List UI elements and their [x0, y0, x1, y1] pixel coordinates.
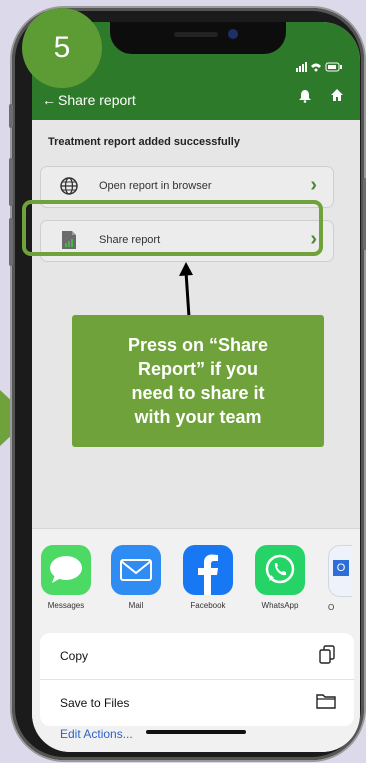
app-name: Facebook — [190, 601, 226, 610]
folder-icon — [316, 692, 336, 715]
camera-icon — [228, 29, 238, 39]
share-app-facebook[interactable]: Facebook — [176, 545, 240, 610]
action-label: Copy — [60, 649, 89, 663]
notch — [110, 22, 286, 54]
callout-arrow-icon — [179, 262, 193, 318]
share-app-more[interactable]: O O — [312, 545, 352, 612]
message-bubble-icon — [41, 545, 91, 595]
share-app-messages[interactable]: Messages — [34, 545, 98, 610]
whatsapp-icon — [255, 545, 305, 595]
action-label: Save to Files — [60, 696, 130, 710]
step-number-badge: 5 — [22, 8, 102, 88]
app-bar: ← Share report — [32, 80, 360, 120]
app-name: Messages — [47, 601, 85, 610]
app-name: O — [328, 603, 335, 612]
home-icon[interactable] — [330, 88, 344, 106]
signal-wifi-battery-icon — [296, 62, 342, 72]
back-arrow-icon[interactable]: ← — [42, 91, 56, 109]
share-apps-row: Messages Mail Facebook WhatsApp O O — [32, 545, 360, 625]
instruction-callout: Press on “Share Report” if you need to s… — [72, 315, 324, 447]
facebook-icon — [183, 545, 233, 595]
mail-icon — [111, 545, 161, 595]
status-icons — [296, 62, 342, 75]
open-report-label: Open report in browser — [99, 180, 212, 192]
copy-action[interactable]: Copy — [40, 633, 354, 680]
silent-switch — [9, 104, 13, 128]
share-sheet: Messages Mail Facebook WhatsApp O O Copy… — [32, 528, 360, 752]
share-actions-list: Copy Save to Files — [40, 633, 354, 726]
share-app-whatsapp[interactable]: WhatsApp — [248, 545, 312, 610]
globe-icon — [59, 176, 79, 196]
edit-actions-link[interactable]: Edit Actions... — [60, 727, 133, 741]
page-title: Share report — [58, 92, 136, 108]
success-message: Treatment report added successfully — [48, 136, 240, 148]
chevron-right-icon: › — [310, 174, 317, 196]
home-indicator — [146, 730, 246, 734]
volume-up-button — [9, 158, 13, 206]
more-app-icon: O — [328, 545, 352, 597]
save-to-files-action[interactable]: Save to Files — [40, 680, 354, 726]
copy-icon — [318, 645, 336, 670]
share-app-mail[interactable]: Mail — [104, 545, 168, 610]
volume-down-button — [9, 218, 13, 266]
share-report-highlight — [22, 200, 323, 256]
app-name: Mail — [128, 601, 144, 610]
speaker-grille — [174, 32, 218, 37]
notification-bell-icon[interactable] — [298, 89, 312, 106]
app-name: WhatsApp — [261, 601, 299, 610]
